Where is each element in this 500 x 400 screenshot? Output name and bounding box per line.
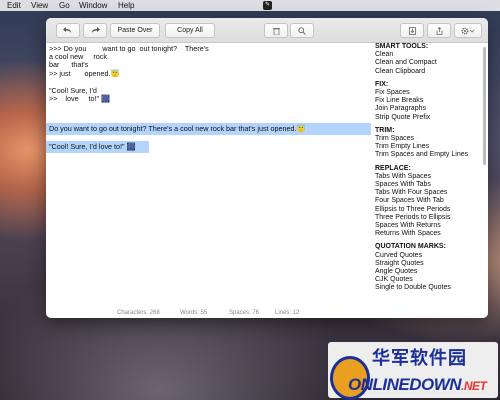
menu-go[interactable]: Go [59, 0, 70, 11]
watermark-logo: 华军软件园 ONLINEDOWN.NET [328, 342, 498, 400]
character-count: Characters: 268 [117, 310, 160, 316]
menu-help[interactable]: Help [118, 0, 134, 11]
editor-paragraph: >>> Do you want to go out tonight? There… [49, 44, 209, 78]
section-heading: TRIM: [375, 126, 395, 134]
tool-trim-empty-lines[interactable]: Trim Empty Lines [375, 143, 481, 151]
menu-bar: Edit View Go Window Help ✎ [0, 0, 500, 11]
search-button[interactable] [290, 23, 314, 38]
redo-button[interactable] [83, 23, 107, 38]
section-heading: SMART TOOLS: [375, 43, 429, 50]
tool-clean-clipboard[interactable]: Clean Clipboard [375, 68, 481, 76]
menu-edit[interactable]: Edit [7, 0, 21, 11]
tool-spaces-with-returns[interactable]: Spaces With Returns [375, 222, 481, 230]
share-icon [436, 27, 442, 35]
tool-fix-line-breaks[interactable]: Fix Line Breaks [375, 97, 481, 105]
undo-button[interactable] [56, 23, 80, 38]
paste-over-button[interactable]: Paste Over [110, 23, 160, 38]
tool-trim-spaces[interactable]: Trim Spaces [375, 135, 481, 143]
sidebar-scrollbar[interactable] [482, 43, 487, 308]
tool-four-spaces-with-tab[interactable]: Four Spaces With Tab [375, 197, 481, 205]
trash-icon [272, 28, 280, 35]
logo-suffix: .NET [461, 379, 487, 393]
tool-trim-spaces-and-empty-lines[interactable]: Trim Spaces and Empty Lines [375, 151, 481, 159]
import-button[interactable] [400, 23, 424, 38]
trash-button[interactable] [264, 23, 288, 38]
editor-paragraph: "Cool! Sure, I'd >> love to!" 🎆 [49, 86, 111, 104]
tool-strip-quote-prefix[interactable]: Strip Quote Prefix [375, 114, 481, 122]
sidebar-section-replace: REPLACE: Tabs With Spaces Spaces With Ta… [375, 165, 481, 239]
tool-ellipsis-to-three-periods[interactable]: Ellipsis to Three Periods [375, 206, 481, 214]
tool-cjk-quotes[interactable]: CJK Quotes [375, 276, 481, 284]
tool-clean[interactable]: Clean [375, 51, 481, 59]
sidebar-section-quotation-marks: QUOTATION MARKS: Curved Quotes Straight … [375, 243, 481, 292]
scrollbar-thumb[interactable] [483, 47, 486, 165]
tool-tabs-with-four-spaces[interactable]: Tabs With Four Spaces [375, 189, 481, 197]
search-icon [298, 27, 306, 35]
logo-chinese-text: 华军软件园 [372, 348, 467, 368]
section-heading: FIX: [375, 80, 389, 88]
menu-view[interactable]: View [31, 0, 48, 11]
space-count: Spaces: 76 [229, 310, 260, 316]
app-status-icon[interactable]: ✎ [263, 1, 272, 10]
share-button[interactable] [427, 23, 451, 38]
tool-single-to-double-quotes[interactable]: Single to Double Quotes [375, 284, 481, 292]
logo-name: ONLINEDOWN [348, 375, 462, 394]
tool-clean-and-compact[interactable]: Clean and Compact [375, 59, 481, 67]
line-count: Lines: 12 [275, 310, 300, 316]
logo-english-text: ONLINEDOWN.NET [348, 375, 487, 395]
tool-three-periods-to-ellipsis[interactable]: Three Periods to Ellipsis [375, 214, 481, 222]
editor-paragraph: "Cool! Sure, I'd love to!" 🎆 [49, 142, 136, 151]
menu-window[interactable]: Window [79, 0, 107, 11]
tool-join-paragraphs[interactable]: Join Paragraphs [375, 105, 481, 113]
app-window: Paste Over Copy All >>> Do you want to g… [46, 18, 488, 318]
section-heading: REPLACE: [375, 164, 411, 172]
import-icon [408, 27, 416, 35]
redo-icon [92, 27, 100, 33]
text-editor[interactable]: >>> Do you want to go out tonight? There… [46, 43, 373, 308]
sidebar-section-trim: TRIM: Trim Spaces Trim Empty Lines Trim … [375, 127, 481, 160]
undo-icon [63, 27, 71, 33]
tool-returns-with-spaces[interactable]: Returns With Spaces [375, 230, 481, 238]
tool-angle-quotes[interactable]: Angle Quotes [375, 268, 481, 276]
settings-button[interactable] [454, 23, 482, 38]
sidebar-section-smart-tools: SMART TOOLS: Clean Clean and Compact Cle… [375, 43, 481, 76]
section-heading: QUOTATION MARKS: [375, 243, 446, 251]
tool-fix-spaces[interactable]: Fix Spaces [375, 89, 481, 97]
tool-tabs-with-spaces[interactable]: Tabs With Spaces [375, 173, 481, 181]
tool-straight-quotes[interactable]: Straight Quotes [375, 260, 481, 268]
toolbar: Paste Over Copy All [46, 18, 488, 43]
sidebar-section-fix: FIX: Fix Spaces Fix Line Breaks Join Par… [375, 81, 481, 122]
tools-sidebar: SMART TOOLS: Clean Clean and Compact Cle… [375, 43, 481, 308]
tool-spaces-with-tabs[interactable]: Spaces With Tabs [375, 181, 481, 189]
word-count: Words: 55 [180, 310, 208, 316]
editor-paragraph: Do you want to go out tonight? There's a… [49, 124, 306, 133]
status-bar: Characters: 268 Words: 55 Spaces: 76 Lin… [46, 308, 488, 318]
gear-icon [461, 27, 475, 35]
tool-curved-quotes[interactable]: Curved Quotes [375, 252, 481, 260]
copy-all-button[interactable]: Copy All [165, 23, 215, 38]
